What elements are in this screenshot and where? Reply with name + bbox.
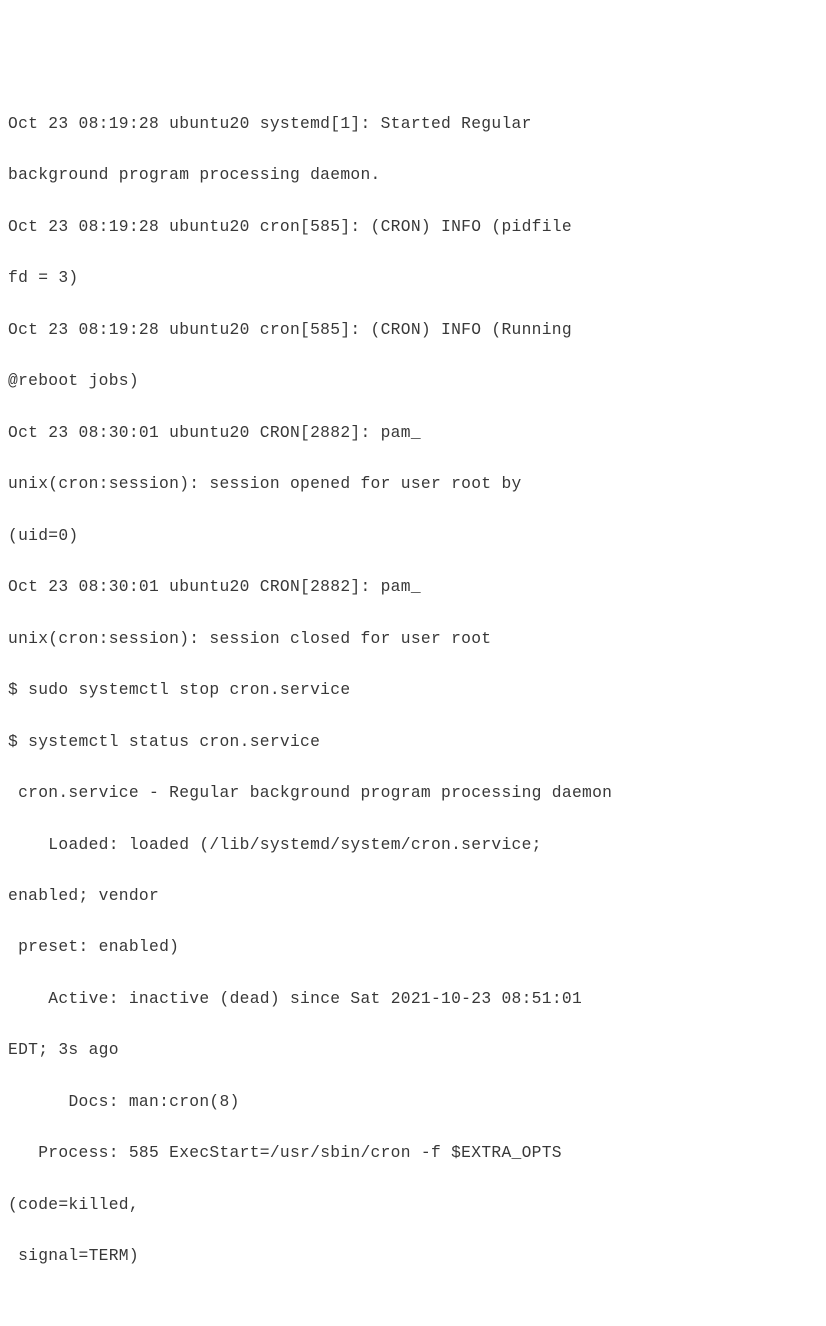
- status-line: Active: inactive (dead) since Sat 2021-1…: [8, 986, 818, 1012]
- log-line: Oct 23 08:30:01 ubuntu20 CRON[2882]: pam…: [8, 420, 818, 446]
- log-line: (uid=0): [8, 523, 818, 549]
- status-line: (code=killed,: [8, 1192, 818, 1218]
- log-line: @reboot jobs): [8, 368, 818, 394]
- status-line: Loaded: loaded (/lib/systemd/system/cron…: [8, 832, 818, 858]
- log-line: Oct 23 08:19:28 ubuntu20 systemd[1]: Sta…: [8, 111, 818, 137]
- log-line: background program processing daemon.: [8, 162, 818, 188]
- log-line: unix(cron:session): session opened for u…: [8, 471, 818, 497]
- status-line: preset: enabled): [8, 934, 818, 960]
- status-line: signal=TERM): [8, 1243, 818, 1269]
- log-line: unix(cron:session): session closed for u…: [8, 626, 818, 652]
- status-line: EDT; 3s ago: [8, 1037, 818, 1063]
- status-line: enabled; vendor: [8, 883, 818, 909]
- status-line: cron.service - Regular background progra…: [8, 780, 818, 806]
- command-line: $ systemctl status cron.service: [8, 729, 818, 755]
- log-line: fd = 3): [8, 265, 818, 291]
- status-line: Process: 585 ExecStart=/usr/sbin/cron -f…: [8, 1140, 818, 1166]
- command-line: $ sudo systemctl stop cron.service: [8, 677, 818, 703]
- log-line: Oct 23 08:19:28 ubuntu20 cron[585]: (CRO…: [8, 317, 818, 343]
- log-line: Oct 23 08:30:01 ubuntu20 CRON[2882]: pam…: [8, 574, 818, 600]
- log-line: Oct 23 08:19:28 ubuntu20 cron[585]: (CRO…: [8, 214, 818, 240]
- status-line: Docs: man:cron(8): [8, 1089, 818, 1115]
